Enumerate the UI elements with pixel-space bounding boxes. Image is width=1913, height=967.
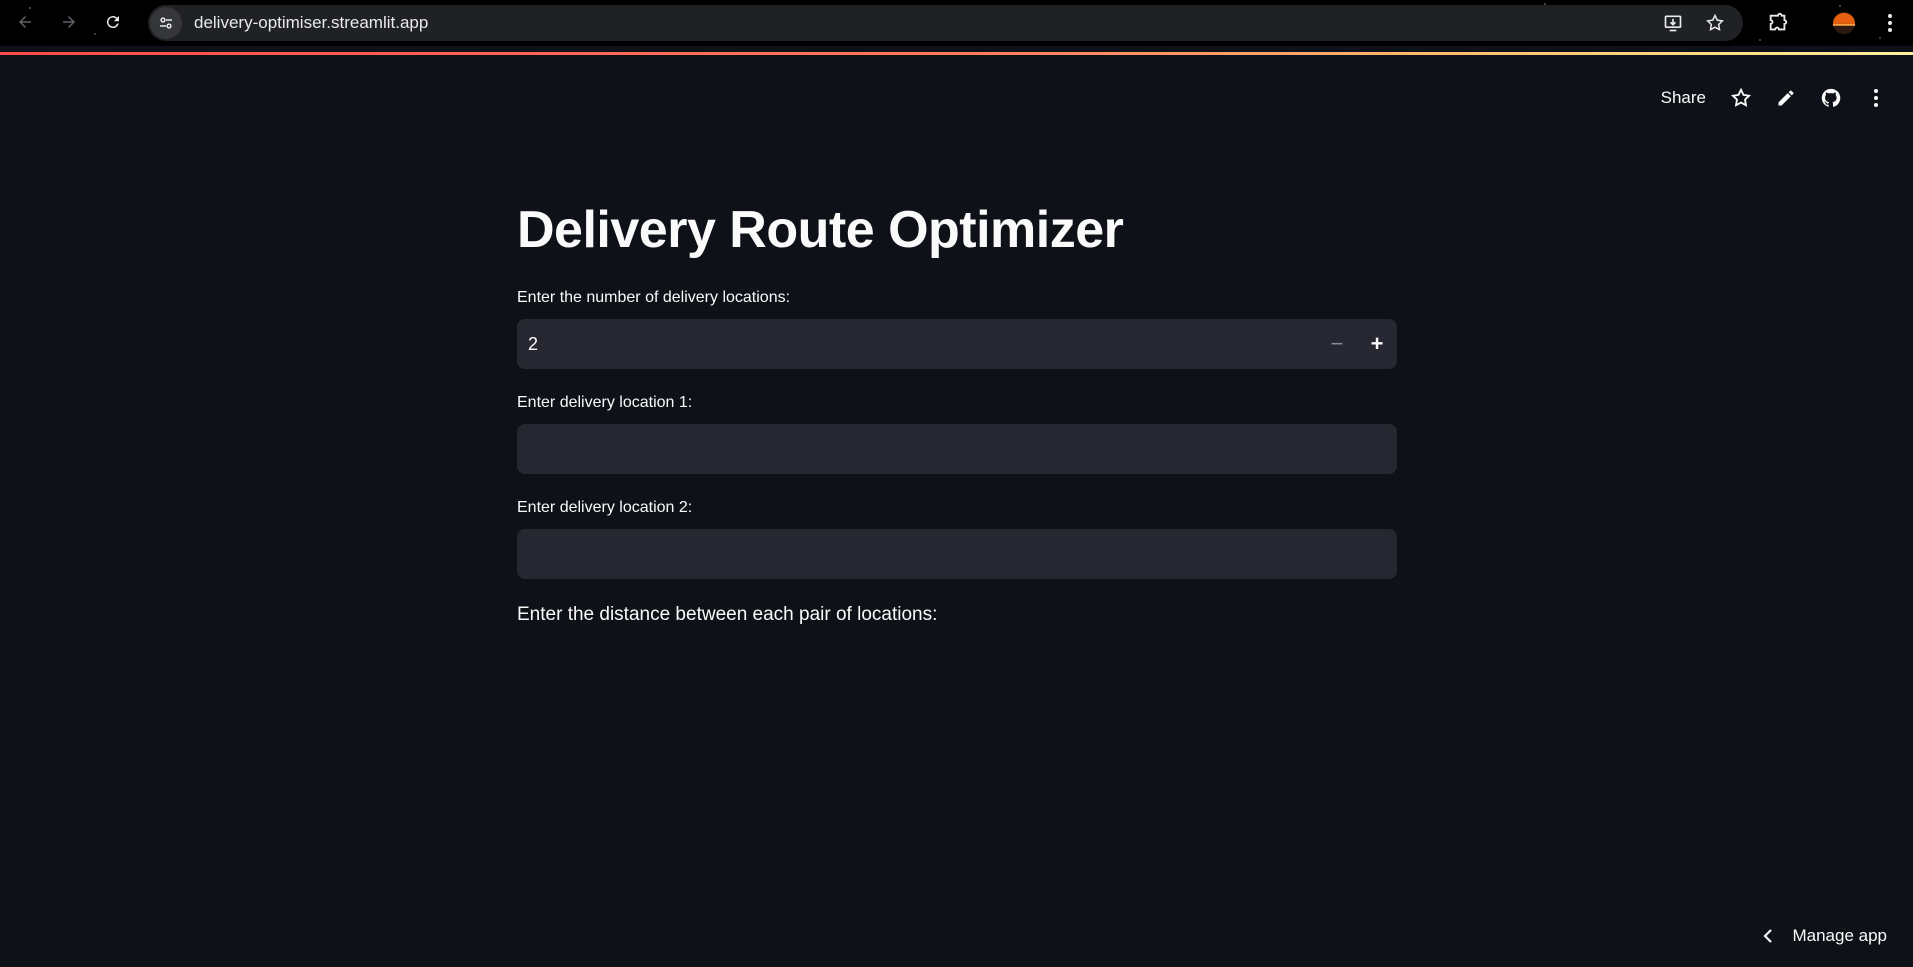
reload-icon bbox=[106, 16, 119, 29]
site-info-button[interactable] bbox=[150, 7, 182, 39]
forward-button[interactable] bbox=[56, 9, 82, 35]
arrow-right-icon bbox=[63, 16, 75, 28]
pencil-icon bbox=[1778, 90, 1794, 106]
distance-prompt: Enter the distance between each pair of … bbox=[517, 604, 938, 625]
url-text: delivery-optimiser.streamlit.app bbox=[194, 13, 429, 32]
increment-button[interactable]: + bbox=[1357, 319, 1397, 369]
decrement-button[interactable]: − bbox=[1317, 319, 1357, 369]
github-icon bbox=[1821, 88, 1841, 107]
edit-button[interactable] bbox=[1775, 87, 1797, 109]
install-app-button[interactable] bbox=[1663, 13, 1683, 33]
puzzle-icon bbox=[1769, 12, 1788, 31]
browser-menu-button[interactable] bbox=[1878, 11, 1902, 35]
num-locations-label: Enter the number of delivery locations: bbox=[517, 289, 791, 306]
reload-button[interactable] bbox=[100, 9, 126, 35]
kebab-menu-icon bbox=[1874, 89, 1878, 107]
address-bar[interactable]: delivery-optimiser.streamlit.app bbox=[148, 5, 1743, 41]
star-icon bbox=[1730, 87, 1752, 107]
chevron-left-icon bbox=[1763, 929, 1773, 943]
manage-app-button[interactable]: Manage app bbox=[1762, 926, 1887, 946]
location-1-label: Enter delivery location 1: bbox=[517, 394, 693, 411]
num-locations-input[interactable]: 2 − + bbox=[517, 319, 1397, 369]
extensions-button[interactable] bbox=[1766, 11, 1790, 35]
kebab-menu-icon bbox=[1888, 14, 1892, 32]
location-1-input[interactable] bbox=[517, 424, 1397, 474]
favorite-button[interactable] bbox=[1730, 87, 1752, 109]
app-menu-button[interactable] bbox=[1865, 87, 1887, 109]
tune-icon bbox=[160, 17, 172, 29]
star-outline-icon bbox=[1706, 13, 1724, 31]
browser-toolbar: delivery-optimiser.streamlit.app bbox=[0, 0, 1913, 46]
page-title: Delivery Route Optimizer bbox=[517, 201, 1124, 259]
location-2-label: Enter delivery location 2: bbox=[517, 499, 693, 516]
install-icon bbox=[1664, 15, 1682, 32]
manage-app-label: Manage app bbox=[1792, 926, 1887, 945]
streamlit-header-decoration bbox=[0, 52, 1913, 55]
avatar-icon bbox=[1832, 11, 1856, 35]
app-toolbar: Share bbox=[1661, 86, 1887, 110]
profile-avatar[interactable] bbox=[1832, 11, 1856, 35]
bookmark-button[interactable] bbox=[1705, 13, 1725, 33]
num-locations-value[interactable]: 2 bbox=[528, 334, 1317, 355]
location-2-input[interactable] bbox=[517, 529, 1397, 579]
back-button[interactable] bbox=[12, 9, 38, 35]
share-button[interactable]: Share bbox=[1661, 88, 1706, 108]
github-button[interactable] bbox=[1820, 87, 1842, 109]
arrow-left-icon bbox=[19, 16, 31, 28]
